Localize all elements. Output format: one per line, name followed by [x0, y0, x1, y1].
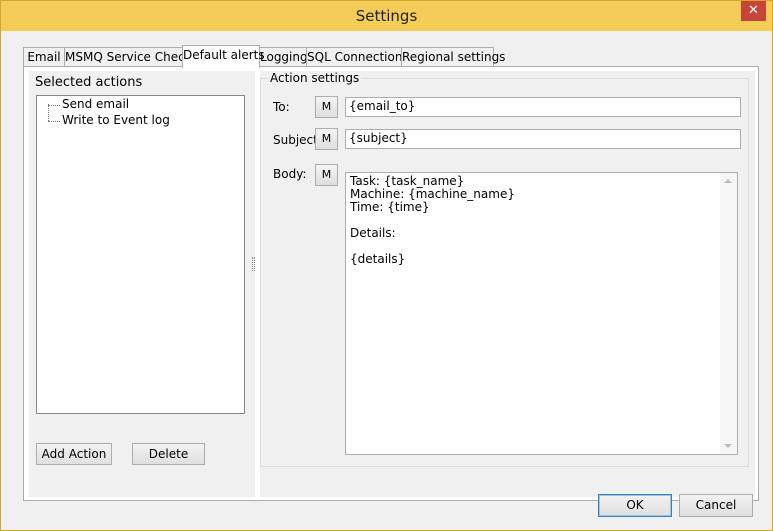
- title-bar: Settings ✕: [1, 1, 772, 31]
- body-line: {details}: [350, 252, 406, 266]
- body-line: Machine: {machine_name}: [350, 187, 515, 201]
- settings-window: Settings ✕ Email MSMQ Service Check Defa…: [0, 0, 773, 531]
- tree-branch-line: [48, 121, 60, 122]
- tab-sql-connections[interactable]: SQL Connections: [306, 47, 409, 67]
- subject-macro-button[interactable]: M: [315, 128, 338, 150]
- default-alerts-panel: Selected actions Send email Write to Eve…: [23, 66, 759, 501]
- tree-item-label: Write to Event log: [62, 113, 170, 127]
- tab-email[interactable]: Email: [23, 47, 65, 67]
- action-settings-group: Action settings To: M {email_to} Subject…: [260, 71, 749, 467]
- cancel-button[interactable]: Cancel: [679, 494, 753, 517]
- action-settings-heading: Action settings: [268, 71, 362, 85]
- tree-branch-line: [48, 105, 60, 106]
- close-button[interactable]: ✕: [741, 1, 766, 21]
- body-line: Details:: [350, 226, 396, 240]
- scroll-down-arrow-icon[interactable]: [724, 444, 732, 448]
- add-action-button[interactable]: Add Action: [36, 443, 112, 465]
- body-line: Task: {task_name}: [350, 174, 465, 188]
- to-macro-button[interactable]: M: [315, 96, 338, 118]
- delete-button[interactable]: Delete: [132, 443, 205, 465]
- tree-item-label: Send email: [62, 97, 130, 111]
- body-textarea[interactable]: Task: {task_name} Machine: {machine_name…: [345, 172, 738, 455]
- splitter-handle[interactable]: [252, 257, 255, 271]
- body-scrollbar[interactable]: [720, 173, 737, 454]
- ok-button[interactable]: OK: [598, 494, 672, 517]
- scroll-up-arrow-icon[interactable]: [724, 179, 732, 183]
- selected-actions-tree[interactable]: Send email Write to Event log: [36, 95, 245, 414]
- body-line: Time: {time}: [350, 200, 430, 214]
- tab-msmq-service-check[interactable]: MSMQ Service Check: [64, 47, 192, 67]
- tab-logging[interactable]: Logging: [259, 47, 308, 67]
- action-settings-pane: Action settings To: M {email_to} Subject…: [260, 71, 755, 497]
- to-label: To:: [273, 100, 290, 114]
- tab-regional-settings[interactable]: Regional settings: [401, 47, 505, 67]
- dialog-client-area: Email MSMQ Service Check Default alerts …: [8, 31, 765, 524]
- body-label: Body:: [273, 167, 307, 181]
- tree-connector-line: [48, 104, 49, 121]
- to-input[interactable]: {email_to}: [345, 97, 741, 117]
- selected-actions-pane: Selected actions Send email Write to Eve…: [29, 71, 255, 497]
- tab-default-alerts[interactable]: Default alerts: [182, 45, 265, 68]
- subject-input[interactable]: {subject}: [345, 129, 741, 149]
- selected-actions-heading: Selected actions: [35, 75, 143, 90]
- body-macro-button[interactable]: M: [315, 164, 338, 186]
- window-title: Settings: [355, 7, 418, 25]
